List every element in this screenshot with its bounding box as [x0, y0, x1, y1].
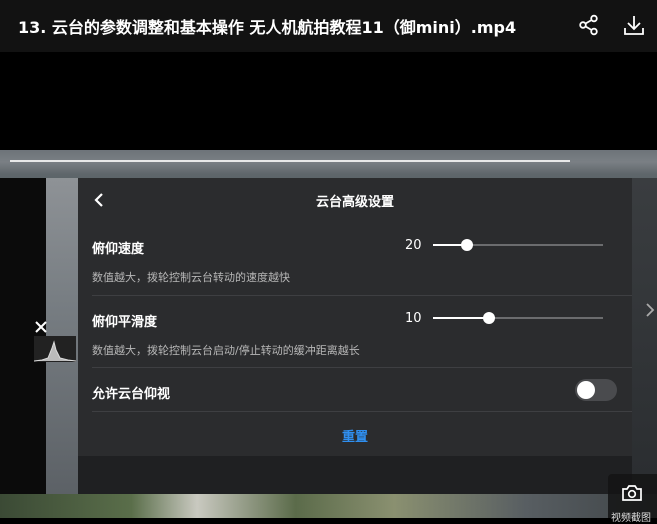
divider: [92, 367, 632, 368]
slider-fill: [433, 317, 490, 319]
pitch-speed-value: 20: [405, 238, 422, 253]
aerial-strip-right: [632, 178, 657, 494]
pitch-speed-desc: 数值越大，拨轮控制云台转动的速度越快: [92, 271, 290, 284]
divider: [92, 295, 632, 296]
road-marking: [10, 160, 570, 162]
panel-title: 云台高级设置: [315, 195, 394, 210]
reset-button[interactable]: 重置: [78, 426, 632, 445]
pitch-smoothness-label: 俯仰平滑度: [92, 315, 158, 330]
pitch-smoothness-value: 10: [405, 311, 422, 326]
histogram-icon: [34, 336, 76, 362]
pitch-speed-slider[interactable]: [433, 239, 603, 251]
aerial-footage-bottom: [0, 493, 657, 518]
slider-knob[interactable]: [483, 312, 496, 324]
chevron-right-icon[interactable]: [645, 302, 655, 318]
gimbal-settings-panel: 云台高级设置 俯仰速度 20 数值越大，拨轮控制云台转动的速度越快 俯仰平滑度 …: [78, 178, 632, 494]
top-bar: 13. 云台的参数调整和基本操作 无人机航拍教程11（御mini）.mp4: [0, 0, 657, 52]
divider: [92, 411, 632, 412]
camera-icon: [622, 485, 642, 501]
pitch-smoothness-desc: 数值越大，拨轮控制云台启动/停止转动的缓冲距离越长: [92, 344, 360, 357]
toggle-knob: [577, 381, 595, 399]
share-icon[interactable]: [578, 14, 600, 36]
video-screenshot-label: 视频截图: [611, 513, 651, 524]
panel-footer: [78, 456, 632, 494]
video-title: 13. 云台的参数调整和基本操作 无人机航拍教程11（御mini）.mp4: [18, 18, 517, 37]
allow-upward-tilt-label: 允许云台仰视: [92, 387, 171, 402]
close-icon[interactable]: [34, 320, 48, 334]
slider-knob[interactable]: [461, 239, 473, 251]
download-icon[interactable]: [623, 14, 645, 36]
panel-header: 云台高级设置: [78, 178, 632, 222]
allow-upward-tilt-toggle[interactable]: [575, 379, 617, 401]
pitch-smoothness-slider[interactable]: [433, 312, 603, 324]
pitch-speed-label: 俯仰速度: [92, 242, 145, 257]
